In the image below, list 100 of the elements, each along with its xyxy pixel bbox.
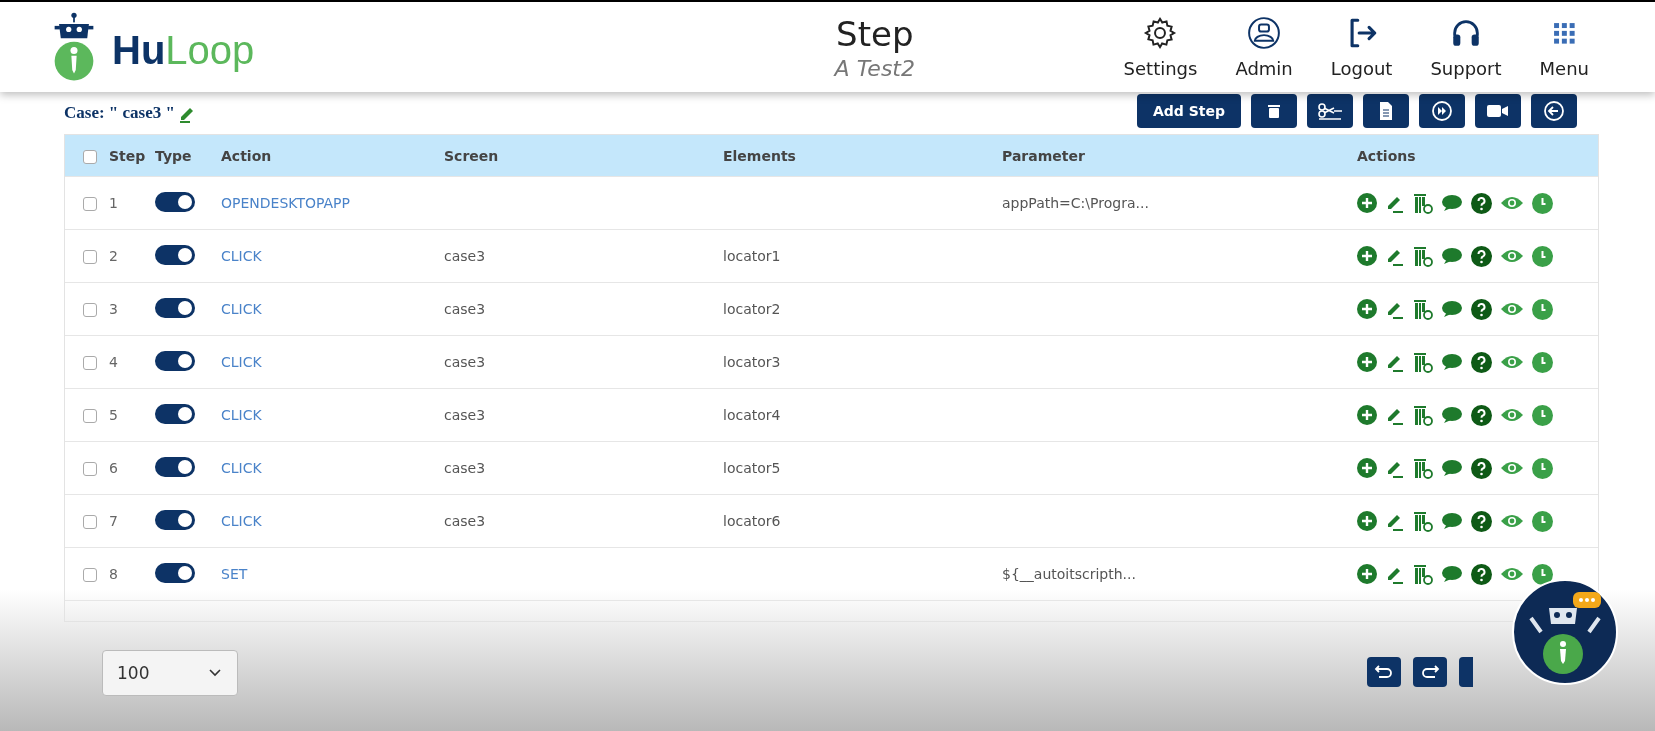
trash-icon[interactable] [1413,404,1433,426]
action-link[interactable]: CLICK [221,248,262,264]
enable-toggle[interactable] [155,509,195,530]
nav-button[interactable]: Support [1424,15,1508,79]
step-number: 5 [109,407,118,423]
add-icon[interactable] [1357,299,1377,319]
enable-toggle[interactable] [155,191,195,212]
trash-button[interactable] [1251,94,1297,128]
page-size-dropdown[interactable]: 100 [102,650,238,696]
help-icon[interactable] [1471,563,1492,585]
select-all-checkbox[interactable] [83,149,97,164]
clock-icon[interactable] [1532,457,1553,479]
record-button[interactable] [1475,94,1521,128]
run-button[interactable] [1419,94,1465,128]
trash-icon[interactable] [1413,245,1433,267]
nav-button[interactable]: Settings [1117,15,1204,79]
column-header: Actions [1357,147,1417,164]
help-icon[interactable] [1471,298,1492,320]
trash-icon[interactable] [1413,192,1433,214]
redo-button[interactable] [1413,657,1447,687]
eye-icon[interactable] [1500,460,1524,476]
action-link[interactable]: CLICK [221,354,262,370]
help-icon[interactable] [1471,192,1492,214]
comment-icon[interactable] [1441,512,1463,530]
eye-icon[interactable] [1500,248,1524,264]
eye-icon[interactable] [1500,301,1524,317]
action-link[interactable]: SET [221,566,248,582]
trash-icon[interactable] [1413,457,1433,479]
help-icon[interactable] [1471,457,1492,479]
step-number: 2 [109,248,118,264]
enable-toggle[interactable] [155,244,195,265]
robot-logo-icon [52,11,96,83]
chevron-down-icon [209,669,221,677]
enable-toggle[interactable] [155,456,195,477]
row-checkbox[interactable] [83,250,97,264]
trash-icon[interactable] [1413,298,1433,320]
help-icon[interactable] [1471,510,1492,532]
row-checkbox[interactable] [83,409,97,423]
comment-icon[interactable] [1441,194,1463,212]
action-link[interactable]: OPENDESKTOPAPP [221,195,350,211]
nav-button[interactable]: Admin [1229,15,1299,79]
eye-icon[interactable] [1500,513,1524,529]
row-checkbox[interactable] [83,568,97,582]
clock-icon[interactable] [1532,245,1553,267]
row-checkbox[interactable] [83,303,97,317]
eye-icon[interactable] [1500,354,1524,370]
back-button[interactable] [1531,94,1577,128]
undo-icon [1374,664,1394,680]
chatbot-icon[interactable] [1511,578,1619,686]
action-link[interactable]: CLICK [221,460,262,476]
trash-icon[interactable] [1413,563,1433,585]
clock-icon[interactable] [1532,404,1553,426]
add-icon[interactable] [1357,352,1377,372]
enable-toggle[interactable] [155,562,195,583]
row-checkbox[interactable] [83,462,97,476]
row-checkbox[interactable] [83,356,97,370]
clock-icon[interactable] [1532,298,1553,320]
clock-icon[interactable] [1532,351,1553,373]
clock-icon[interactable] [1532,563,1553,585]
eye-icon[interactable] [1500,566,1524,582]
comment-icon[interactable] [1441,565,1463,583]
screen-cell: case3 [444,513,486,529]
clock-icon[interactable] [1532,192,1553,214]
add-icon[interactable] [1357,511,1377,531]
step-number: 3 [109,301,118,317]
scissors-icon [1317,102,1343,120]
comment-icon[interactable] [1441,406,1463,424]
help-icon[interactable] [1471,245,1492,267]
row-checkbox[interactable] [83,197,97,211]
eye-icon[interactable] [1500,407,1524,423]
clock-icon[interactable] [1532,510,1553,532]
comment-icon[interactable] [1441,300,1463,318]
comment-icon[interactable] [1441,459,1463,477]
undo-button[interactable] [1367,657,1401,687]
enable-toggle[interactable] [155,350,195,371]
enable-toggle[interactable] [155,297,195,318]
action-link[interactable]: CLICK [221,301,262,317]
add-icon[interactable] [1357,405,1377,425]
help-icon[interactable] [1471,351,1492,373]
action-link[interactable]: CLICK [221,407,262,423]
nav-button[interactable]: Menu [1533,15,1595,79]
trash-icon[interactable] [1413,510,1433,532]
add-step-button[interactable]: Add Step [1136,94,1241,128]
eye-icon[interactable] [1500,195,1524,211]
column-header: Action [220,147,273,164]
comment-icon[interactable] [1441,247,1463,265]
nav-button[interactable]: Logout [1324,15,1399,79]
row-checkbox[interactable] [83,515,97,529]
comment-icon[interactable] [1441,353,1463,371]
action-link[interactable]: CLICK [221,513,262,529]
cut-button[interactable] [1307,94,1353,128]
paste-button[interactable] [1363,94,1409,128]
page-subtitle: A Test2 [832,55,916,81]
help-icon[interactable] [1471,404,1492,426]
add-icon[interactable] [1357,564,1377,584]
add-icon[interactable] [1357,246,1377,266]
add-icon[interactable] [1357,458,1377,478]
trash-icon[interactable] [1413,351,1433,373]
enable-toggle[interactable] [155,403,195,424]
add-icon[interactable] [1357,193,1377,213]
